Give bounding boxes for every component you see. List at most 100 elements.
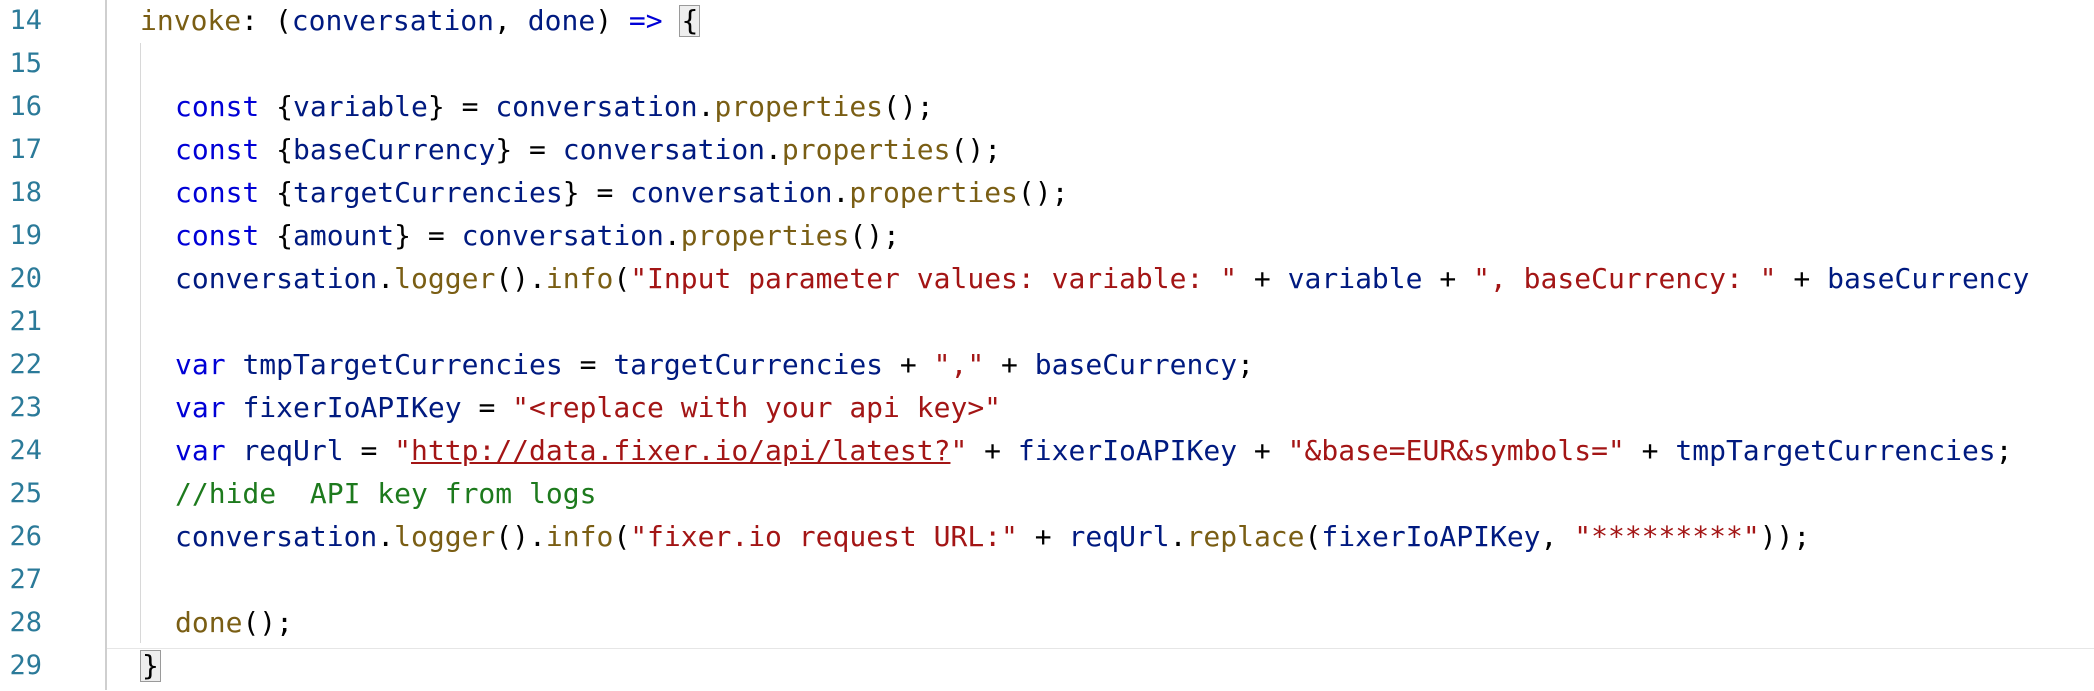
code-token: } =: [562, 176, 631, 209]
line-number: 28: [9, 607, 42, 638]
code-line[interactable]: 15: [0, 43, 2094, 86]
code-token: //hide API key from logs: [175, 477, 597, 510]
code-text[interactable]: done();: [175, 606, 293, 640]
code-text[interactable]: var reqUrl = "http://data.fixer.io/api/l…: [175, 434, 2013, 468]
code-line[interactable]: 18 const {targetCurrencies} = conversatio…: [0, 172, 2094, 215]
code-token: } =: [427, 90, 496, 123]
line-number: 20: [9, 263, 42, 294]
code-line[interactable]: 25 //hide API key from logs: [0, 473, 2094, 516]
code-line[interactable]: 20 conversation.logger().info("Input para…: [0, 258, 2094, 301]
code-token: ().: [495, 520, 546, 553]
code-token: +: [967, 434, 1018, 467]
code-token: fixerIoAPIKey: [242, 391, 462, 424]
code-text[interactable]: const {variable} = conversation.properti…: [175, 90, 934, 124]
line-number: 24: [9, 435, 42, 466]
code-token: ": [394, 434, 412, 467]
code-line[interactable]: 24 var reqUrl = "http://data.fixer.io/api…: [0, 430, 2094, 473]
code-token: var: [175, 391, 243, 424]
code-line[interactable]: 16 const {variable} = conversation.proper…: [0, 86, 2094, 129]
code-text[interactable]: const {amount} = conversation.properties…: [175, 219, 900, 253]
code-line[interactable]: 19 const {amount} = conversation.properti…: [0, 215, 2094, 258]
code-editor[interactable]: 14 invoke: (conversation, done) => {15 16 c…: [0, 0, 2094, 691]
code-token: .: [377, 520, 395, 553]
code-text[interactable]: invoke: (conversation, done) => {: [140, 4, 701, 38]
code-token: {: [276, 176, 294, 209]
code-token: reqUrl: [242, 434, 344, 467]
code-token: } =: [394, 219, 462, 252]
code-token: targetCurrencies: [613, 348, 884, 381]
code-token: =>: [628, 4, 663, 37]
line-number: 25: [9, 478, 42, 509]
code-token: done: [527, 4, 596, 37]
code-token: ));: [1759, 520, 1811, 553]
code-line[interactable]: 27: [0, 559, 2094, 602]
code-token: ();: [849, 219, 900, 252]
code-token: (: [613, 262, 631, 295]
code-token: tmpTargetCurrencies: [1675, 434, 1996, 467]
code-token: +: [1237, 434, 1288, 467]
code-token: (: [613, 520, 631, 553]
code-token: {: [276, 90, 294, 123]
code-token: invoke: [140, 4, 242, 37]
code-token: const: [175, 219, 277, 252]
code-text[interactable]: const {baseCurrency} = conversation.prop…: [175, 133, 1001, 167]
code-text[interactable]: var tmpTargetCurrencies = targetCurrenci…: [175, 348, 1254, 382]
code-line[interactable]: 28 done();: [0, 602, 2094, 645]
code-token: http://data.fixer.io/api/latest?: [411, 434, 951, 467]
code-token: ();: [242, 606, 294, 639]
code-token: targetCurrencies: [293, 176, 563, 209]
code-text[interactable]: //hide API key from logs: [175, 477, 596, 511]
code-token: ",": [933, 348, 985, 381]
code-token: properties: [680, 219, 850, 252]
code-token: tmpTargetCurrencies: [242, 348, 563, 381]
code-token: const: [175, 133, 277, 166]
code-line[interactable]: 22 var tmpTargetCurrencies = targetCurren…: [0, 344, 2094, 387]
code-line[interactable]: 29}: [0, 645, 2094, 688]
code-token: baseCurrency: [1827, 262, 2030, 295]
code-token: conversation: [175, 262, 378, 295]
code-text[interactable]: }: [140, 649, 161, 683]
code-line[interactable]: 14 invoke: (conversation, done) => {: [0, 0, 2094, 43]
code-line[interactable]: 23 var fixerIoAPIKey = "<replace with you…: [0, 387, 2094, 430]
line-number: 14: [9, 5, 42, 36]
code-token: logger: [394, 520, 496, 553]
code-token: ,: [1540, 520, 1575, 553]
code-token: conversation: [461, 219, 664, 252]
code-token: done: [175, 606, 243, 639]
code-token: info: [545, 520, 614, 553]
matching-brace: }: [140, 649, 161, 682]
code-token: ): [595, 4, 629, 37]
code-text[interactable]: conversation.logger().info("fixer.io req…: [175, 520, 1810, 554]
code-token: "<replace with your api key>": [512, 391, 1002, 424]
code-token: ;: [1995, 434, 2013, 467]
code-text[interactable]: const {targetCurrencies} = conversation.…: [175, 176, 1068, 210]
code-token: .: [765, 133, 782, 166]
code-token: +: [1017, 520, 1069, 553]
code-token: ();: [1017, 176, 1069, 209]
code-token: fixerIoAPIKey: [1321, 520, 1541, 553]
code-token: : (: [241, 4, 292, 37]
code-token: baseCurrency: [293, 133, 496, 166]
code-token: ,: [494, 4, 528, 37]
code-token: .: [663, 219, 681, 252]
code-token: ();: [950, 133, 1002, 166]
code-token: fixerIoAPIKey: [1017, 434, 1238, 467]
line-number: 23: [9, 392, 42, 423]
line-number: 16: [9, 91, 42, 122]
code-line[interactable]: 17 const {baseCurrency} = conversation.pr…: [0, 129, 2094, 172]
code-token: =: [343, 434, 395, 467]
code-token: {: [276, 133, 294, 166]
code-text[interactable]: var fixerIoAPIKey = "<replace with your …: [175, 391, 1001, 425]
code-token: +: [1422, 262, 1474, 295]
code-line[interactable]: 26 conversation.logger().info("fixer.io r…: [0, 516, 2094, 559]
line-number: 18: [9, 177, 42, 208]
line-number: 21: [9, 306, 42, 337]
code-token: ": [950, 434, 968, 467]
code-token: "*********": [1574, 520, 1760, 553]
code-token: "&base=EUR&symbols=": [1287, 434, 1625, 467]
code-token: +: [1624, 434, 1676, 467]
code-token: properties: [714, 90, 884, 123]
code-token: const: [175, 90, 277, 123]
code-text[interactable]: conversation.logger().info("Input parame…: [175, 262, 2029, 296]
code-line[interactable]: 21: [0, 301, 2094, 344]
